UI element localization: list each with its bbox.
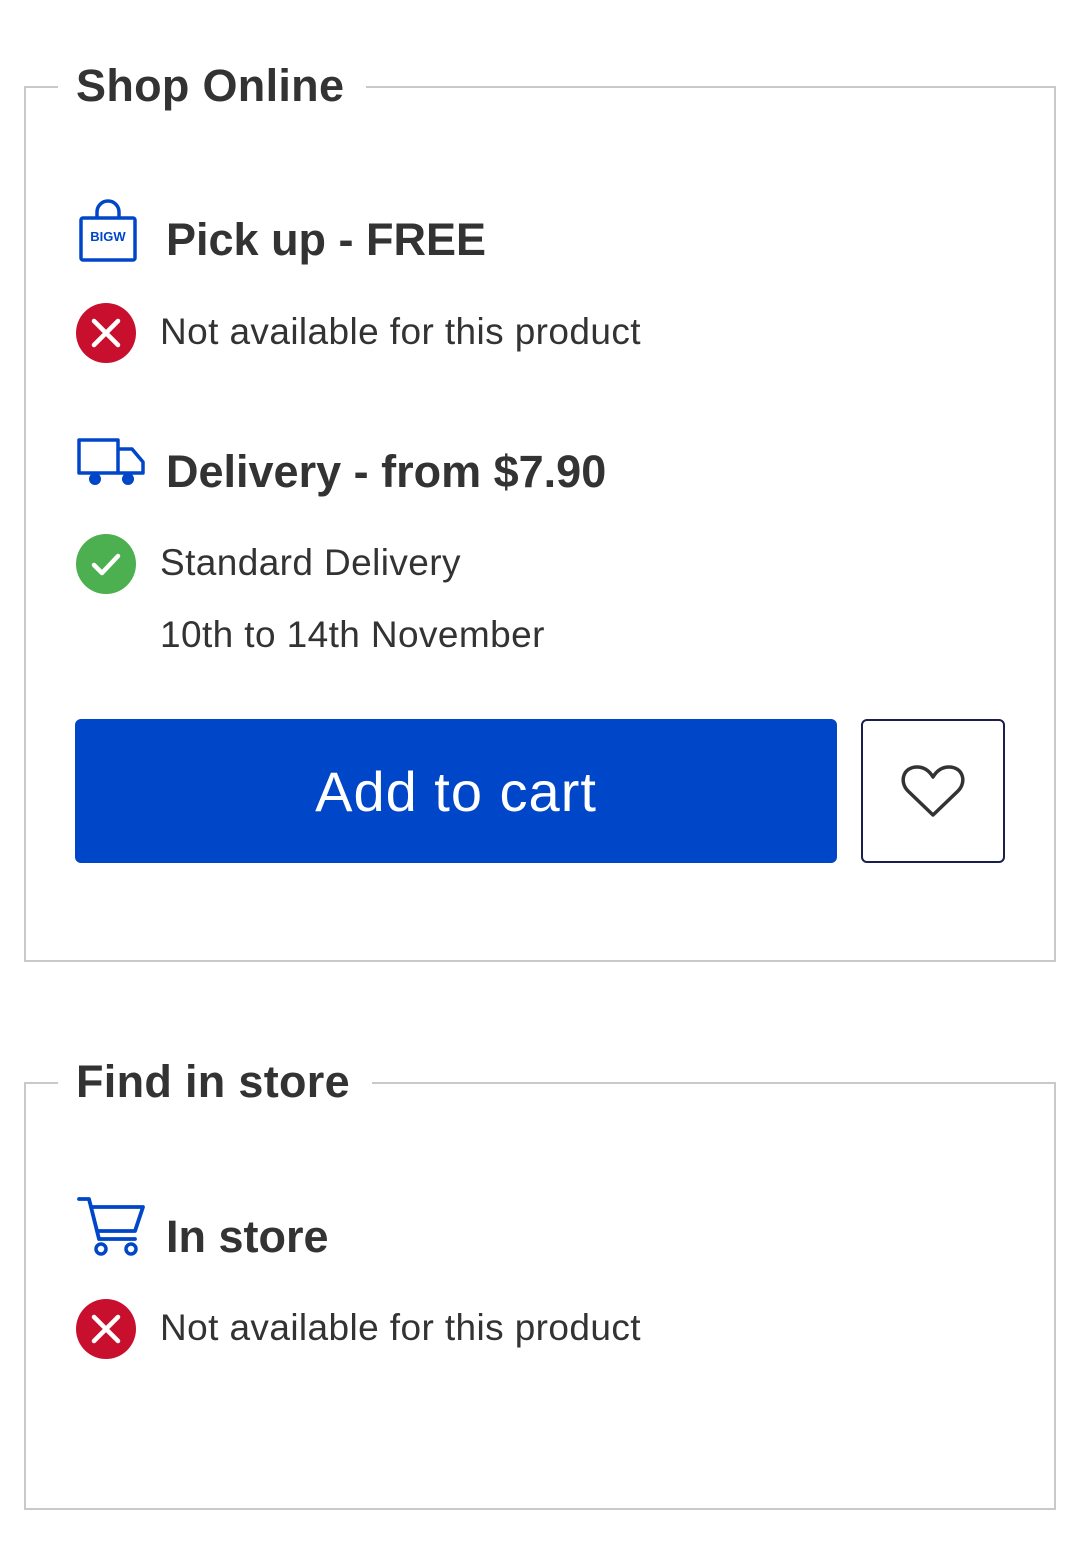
delivery-truck-icon [76,437,146,487]
pickup-heading: Pick up - FREE [166,214,487,265]
check-circle-icon [75,533,137,595]
cross-circle-icon [75,1298,137,1360]
wishlist-button[interactable] [861,719,1005,863]
pickup-status-text: Not available for this product [160,311,641,352]
shopping-cart-icon [77,1195,147,1257]
delivery-heading: Delivery - from $7.90 [166,446,607,497]
shop-online-title: Shop Online [58,58,367,114]
in-store-status-text: Not available for this product [160,1307,641,1348]
in-store-heading: In store [166,1211,329,1262]
delivery-method-text: Standard Delivery [160,542,461,583]
cross-circle-icon [75,302,137,364]
find-in-store-title: Find in store [58,1054,372,1110]
shopping-bag-icon-logo: BIGW [90,229,126,244]
add-to-cart-button[interactable]: Add to cart [75,719,837,863]
find-in-store-panel: Find in store [24,1054,1056,1510]
heart-icon [900,762,966,820]
shopping-bag-icon: BIGW [78,198,138,264]
delivery-dates-text: 10th to 14th November [160,614,545,655]
